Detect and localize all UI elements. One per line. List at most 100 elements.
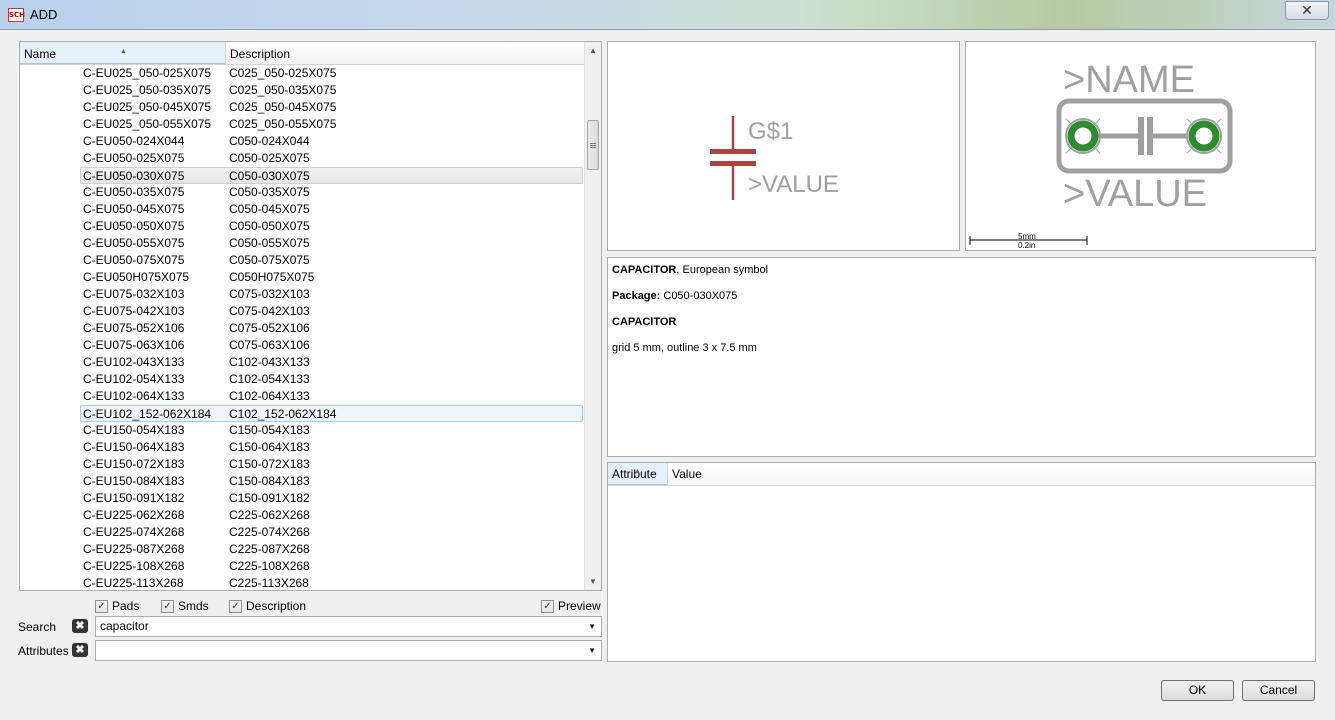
table-row[interactable]: C-EU050-035X075 C050-035X075 [20,184,585,201]
clear-icon: ✖ [75,644,85,656]
table-row[interactable]: C-EU050-045X075 C050-045X075 [20,201,585,218]
row-description-cell: C075-052X106 [229,321,310,335]
preview-checkbox[interactable]: ✓ Preview [541,599,601,613]
package-footprint-icon: >NAME >VALUE 5mm 0.2in [969,59,1233,250]
ok-button[interactable]: OK [1161,680,1234,701]
table-row[interactable]: C-EU050-030X075 C050-030X075 [80,167,583,184]
symbol-value-text: >VALUE [748,171,839,198]
preview-label: Preview [558,599,601,613]
table-row[interactable]: C-EU050-075X075 C050-075X075 [20,252,585,269]
package-value-text: >VALUE [1063,173,1207,215]
scroll-thumb[interactable] [587,120,599,170]
table-row[interactable]: C-EU050-024X044 C050-024X044 [20,133,585,150]
row-description-cell: C050-050X075 [229,219,310,233]
row-description-cell: C075-063X106 [229,338,310,352]
scroll-down-icon[interactable]: ▼ [589,577,597,586]
dropdown-arrow-icon[interactable]: ▼ [588,641,596,660]
column-header-attribute[interactable]: ▲ Attribute [608,463,668,485]
table-row[interactable]: C-EU150-091X182 C150-091X182 [20,490,585,507]
table-row[interactable]: C-EU050-025X075 C050-025X075 [20,150,585,167]
dropdown-arrow-icon[interactable]: ▼ [588,617,596,636]
table-row[interactable]: C-EU102-054X133 C102-054X133 [20,371,585,388]
description-line1: CAPACITOR, European symbol [612,264,769,276]
table-row[interactable]: C-EU150-084X183 C150-084X183 [20,473,585,490]
table-row[interactable]: C-EU150-054X183 C150-054X183 [20,422,585,439]
table-row[interactable]: C-EU225-062X268 C225-062X268 [20,507,585,524]
vertical-scrollbar[interactable]: ▲ ▼ [584,42,601,590]
description-checkbox[interactable]: ✓ Description [229,599,306,613]
row-description-cell: C102-064X133 [229,389,310,403]
table-row[interactable]: C-EU075-063X106 C075-063X106 [20,337,585,354]
table-row[interactable]: C-EU025_050-055X075 C025_050-055X075 [20,116,585,133]
column-header-name[interactable]: ▲ Name [20,42,226,64]
clear-attributes-button[interactable]: ✖ [72,643,88,657]
row-name-cell: C-EU150-072X183 [83,457,185,471]
table-row[interactable]: C-EU025_050-025X075 C025_050-025X075 [20,65,585,82]
cancel-button[interactable]: Cancel [1242,680,1315,701]
check-icon: ✓ [541,599,554,613]
row-name-cell: C-EU075-042X103 [83,304,185,318]
row-description-cell: C050-025X075 [229,151,310,165]
table-row[interactable]: C-EU225-074X268 C225-074X268 [20,524,585,541]
table-row[interactable]: C-EU150-072X183 C150-072X183 [20,456,585,473]
table-row[interactable]: C-EU025_050-045X075 C025_050-045X075 [20,99,585,116]
row-name-cell: C-EU050-075X075 [83,253,185,267]
symbol-preview: G$1 >VALUE [607,41,960,251]
row-description-cell: C025_050-045X075 [229,100,337,114]
table-row[interactable]: C-EU102_152-062X184 C102_152-062X184 [80,405,583,422]
row-name-cell: C-EU225-087X268 [83,542,185,556]
attributes-combo[interactable]: ▼ [95,640,602,661]
row-name-cell: C-EU225-108X268 [83,559,185,573]
table-row[interactable]: C-EU075-052X106 C075-052X106 [20,320,585,337]
description-package: Package: C050-030X075 [612,290,738,302]
table-row[interactable]: C-EU050H075X075 C050H075X075 [20,269,585,286]
clear-search-button[interactable]: ✖ [72,619,88,633]
row-name-cell: C-EU102-043X133 [83,355,185,369]
table-row[interactable]: C-EU150-064X183 C150-064X183 [20,439,585,456]
row-name-cell: C-EU050-055X075 [83,236,185,250]
row-description-cell: C150-054X183 [229,423,310,437]
table-row[interactable]: C-EU050-055X075 C050-055X075 [20,235,585,252]
search-combo[interactable]: capacitor ▼ [95,616,602,637]
row-description-cell: C225-108X268 [229,559,310,573]
capacitor-symbol-icon: G$1 >VALUE [710,116,839,200]
scroll-up-icon[interactable]: ▲ [589,46,597,55]
row-name-cell: C-EU225-113X268 [83,576,184,590]
column-header-description[interactable]: Description [227,42,585,64]
description-panel: CAPACITOR, European symbol Package: C050… [607,257,1316,457]
description-heading: CAPACITOR [612,316,677,328]
row-description-cell: C050H075X075 [229,270,315,284]
row-description-cell: C025_050-025X075 [229,66,337,80]
row-description-cell: C050-035X075 [229,185,310,199]
row-name-cell: C-EU150-054X183 [83,423,185,437]
table-row[interactable]: C-EU102-043X133 C102-043X133 [20,354,585,371]
row-name-cell: C-EU075-032X103 [83,287,185,301]
title-bar: SCH ADD ✕ [0,0,1335,30]
column-header-value[interactable]: Value [670,463,702,486]
row-name-cell: C-EU225-074X268 [83,525,185,539]
description-label: Description [246,599,307,613]
table-row[interactable]: C-EU075-042X103 C075-042X103 [20,303,585,320]
attributes-label: Attributes [18,644,69,658]
table-row[interactable]: C-EU102-064X133 C102-064X133 [20,388,585,405]
search-input[interactable]: capacitor [100,619,149,633]
row-description-cell: C075-032X103 [229,287,310,301]
table-row[interactable]: C-EU075-032X103 C075-032X103 [20,286,585,303]
device-list[interactable]: ▲ Name Description C-EU025_050-025X075 C0… [19,41,602,591]
row-description-cell: C150-064X183 [229,440,310,454]
close-icon: ✕ [1301,2,1313,18]
check-icon: ✓ [161,599,174,613]
table-row[interactable]: C-EU225-087X268 C225-087X268 [20,541,585,558]
attribute-table-header: ▲ Attribute Value [608,463,1315,486]
smds-checkbox[interactable]: ✓ Smds [161,599,209,613]
row-description-cell: C025_050-035X075 [229,83,337,97]
table-row[interactable]: C-EU025_050-035X075 C025_050-035X075 [20,82,585,99]
table-row[interactable]: C-EU050-050X075 C050-050X075 [20,218,585,235]
row-description-cell: C050-030X075 [229,169,310,183]
attribute-table[interactable]: ▲ Attribute Value [607,462,1316,662]
row-name-cell: C-EU050-035X075 [83,185,185,199]
close-button[interactable]: ✕ [1285,1,1329,20]
pads-checkbox[interactable]: ✓ Pads [95,599,139,613]
table-row[interactable]: C-EU225-113X268 C225-113X268 [20,575,585,590]
table-row[interactable]: C-EU225-108X268 C225-108X268 [20,558,585,575]
